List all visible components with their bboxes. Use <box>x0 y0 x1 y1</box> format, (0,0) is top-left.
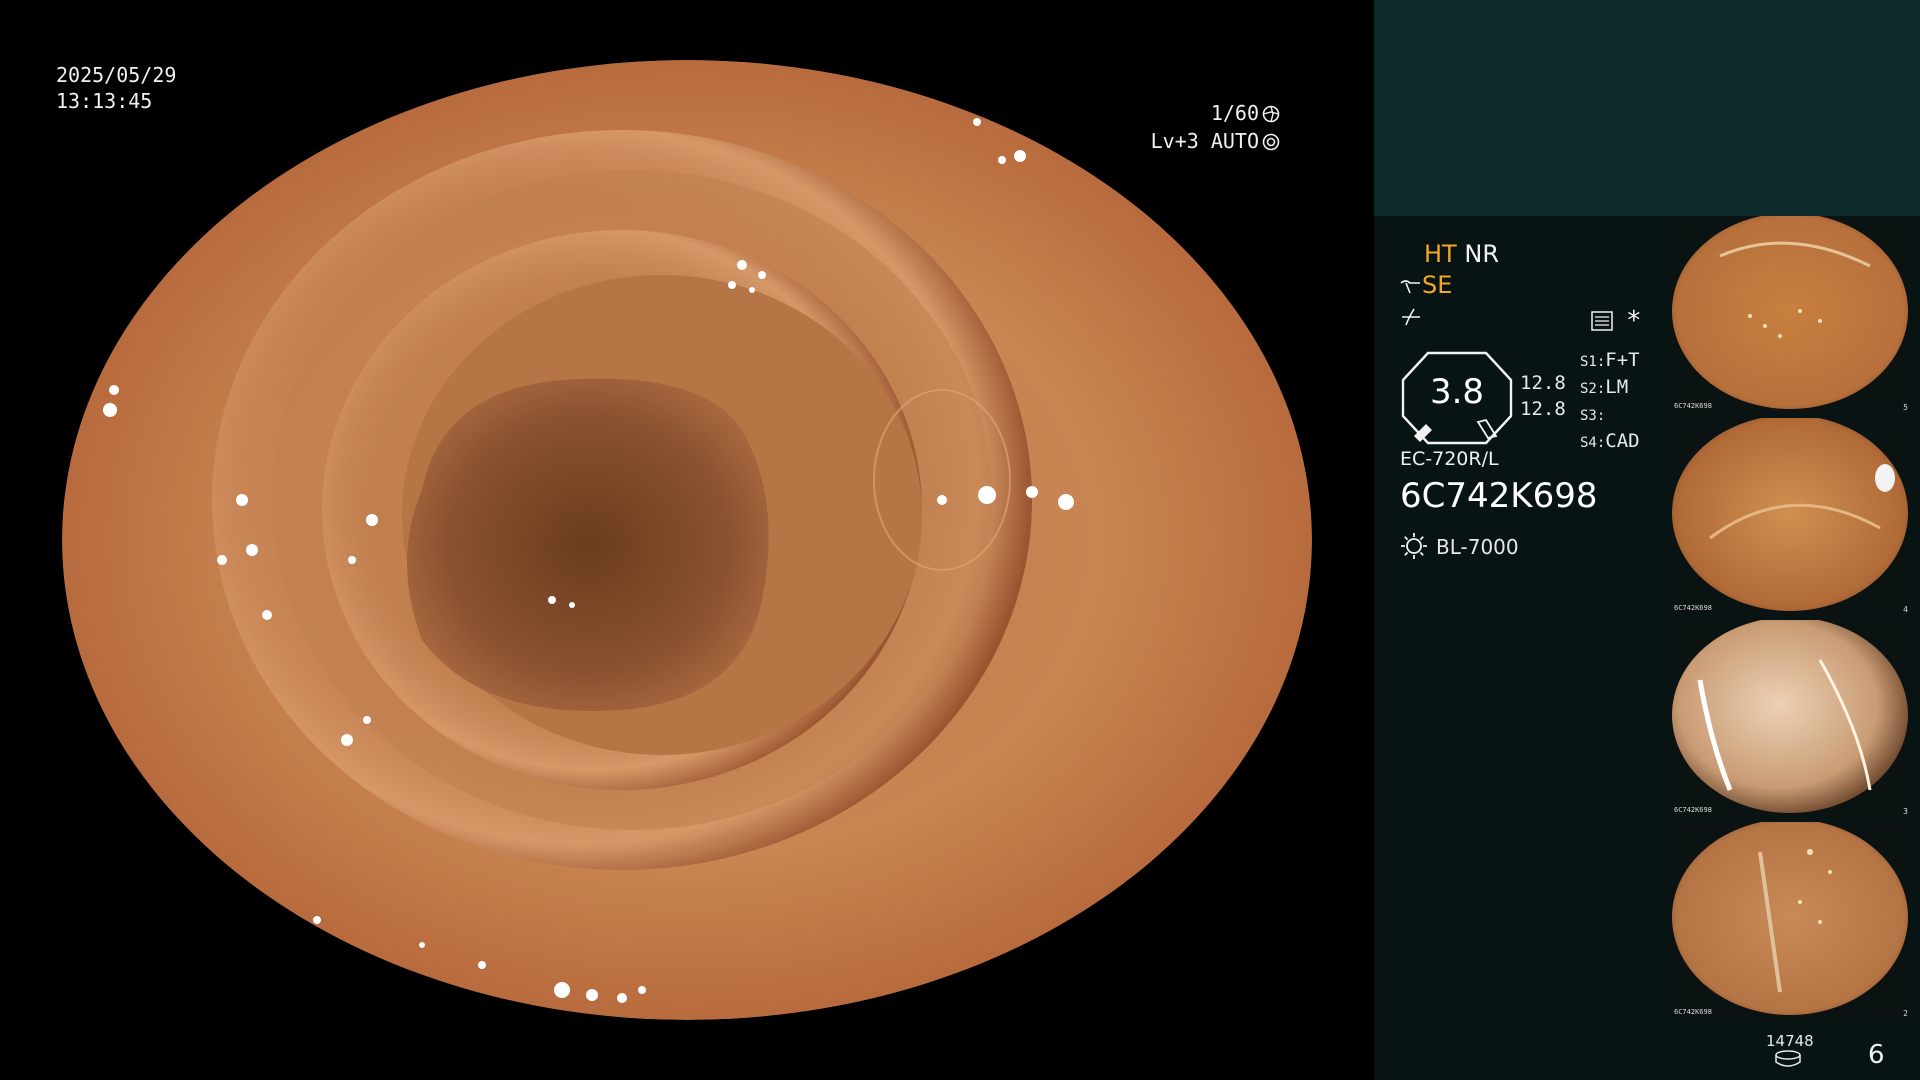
datetime-display: 2025/05/29 13:13:45 <box>56 62 176 114</box>
date-text: 2025/05/29 <box>56 63 177 87</box>
image-counter: 14748 <box>1766 1032 1814 1050</box>
structure-enhance-icon <box>1400 280 1420 294</box>
level-2: 12.8 <box>1520 398 1566 420</box>
aperture-icon <box>1262 105 1280 123</box>
thumbnail-serial: 6C742K698 <box>1674 806 1712 814</box>
thumbnail-index: 5 <box>1903 403 1908 412</box>
thumbnail-4[interactable]: 6C742K698 2 <box>1670 822 1910 1020</box>
endoscope-live-view <box>62 60 1312 1020</box>
slot-s1: S1:F+T <box>1580 349 1640 371</box>
thumbnail-2[interactable]: 6C742K698 4 <box>1670 418 1910 616</box>
light-source-text: BL-7000 <box>1436 535 1519 559</box>
panel-header-area <box>1374 0 1920 216</box>
light-source-icon <box>1401 533 1427 559</box>
thumbnail-index: 4 <box>1903 605 1908 614</box>
thumbnail-3[interactable]: 6C742K698 3 <box>1670 620 1910 818</box>
asterisk-icon: * <box>1626 306 1642 336</box>
slot-s2: S2:LM <box>1580 376 1629 398</box>
level-values: 12.8 12.8 <box>1520 370 1566 422</box>
thumbnail-index: 2 <box>1903 1009 1908 1018</box>
thumbnail-serial: 6C742K698 <box>1674 1008 1712 1016</box>
contrast-curve-icon <box>1402 308 1420 326</box>
brightness-text: Lv+3 AUTO <box>1150 129 1259 153</box>
status-panel: HT NR SE * 3.8 12.8 12.8 S1:F+T S2:LM S3… <box>1374 0 1920 1080</box>
gauge-value: 3.8 <box>1429 372 1485 412</box>
light-source: BL-7000 <box>1400 532 1519 560</box>
mode-ht: HT <box>1424 240 1457 268</box>
auto-iris-icon <box>1262 133 1280 151</box>
level-1: 12.8 <box>1520 372 1566 394</box>
scope-model: EC-720R/L <box>1400 448 1499 470</box>
slot-s3: S3: <box>1580 408 1606 424</box>
mode-line-se: SE <box>1400 271 1690 302</box>
thumbnail-serial: 6C742K698 <box>1674 604 1712 612</box>
thumbnail-1[interactable]: 6C742K698 5 <box>1670 216 1910 414</box>
thumbnail-index: 3 <box>1903 807 1908 816</box>
mode-se: SE <box>1422 271 1453 299</box>
capture-thumbnails: 6C742K698 5 6C742K698 4 6C742K698 3 6C74… <box>1670 216 1910 1024</box>
processor-status: HT NR SE * 3.8 12.8 12.8 S1:F+T S2:LM S3… <box>1400 240 1690 559</box>
thumbnail-serial: 6C742K698 <box>1674 402 1712 410</box>
photometry-icon <box>1591 311 1613 331</box>
mode-nr: NR <box>1464 240 1499 268</box>
shutter-text: 1/60 <box>1210 101 1259 125</box>
mode-line-ht-nr: HT NR <box>1400 240 1690 271</box>
scope-serial: 6C742K698 <box>1400 476 1598 516</box>
mode-line-contrast <box>1400 302 1690 333</box>
switch-assignments: S1:F+T S2:LM S3: S4:CAD <box>1580 348 1640 456</box>
page-number: 6 <box>1868 1040 1885 1070</box>
slot-s4: S4:CAD <box>1580 430 1640 452</box>
time-text: 13:13:45 <box>56 89 153 113</box>
storage-icon <box>1775 1050 1801 1067</box>
